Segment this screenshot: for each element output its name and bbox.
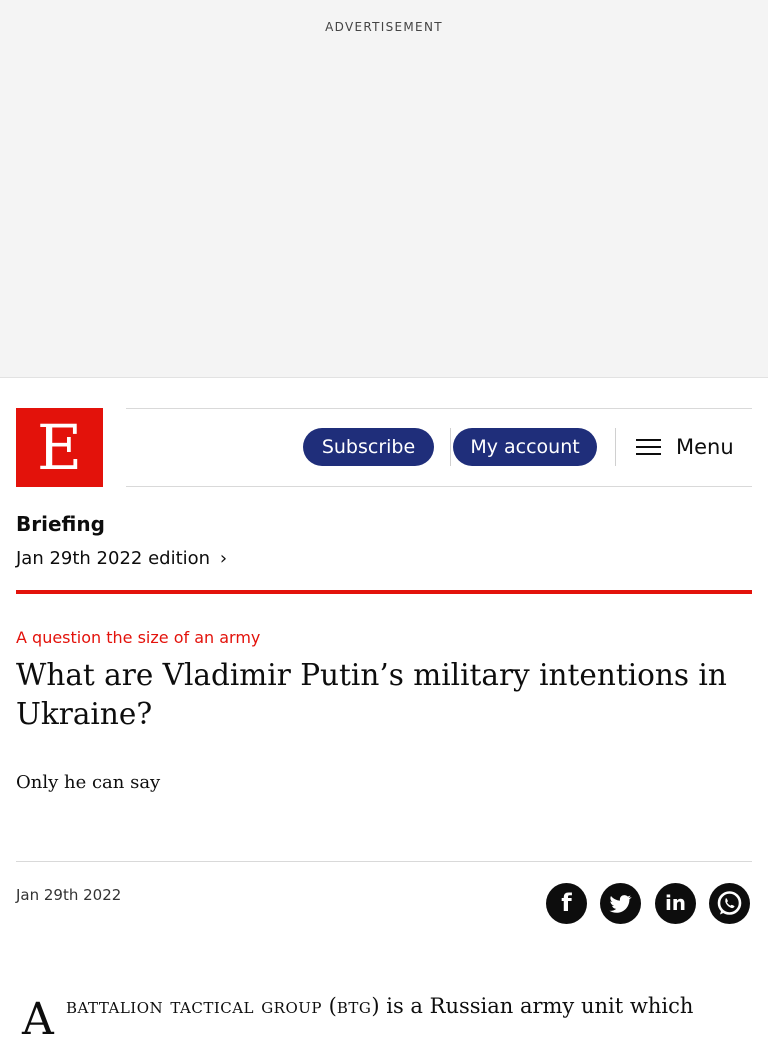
chevron-right-icon: › bbox=[219, 548, 228, 569]
economist-logo[interactable]: E bbox=[16, 408, 103, 487]
article-headline: What are Vladimir Putin’s military inten… bbox=[16, 658, 727, 731]
subscribe-button[interactable]: Subscribe bbox=[303, 428, 434, 466]
nav-bottom-border bbox=[126, 486, 752, 487]
article-body-first-line: BATTALION TACTICAL GROUP (BTG) is a Russ… bbox=[66, 994, 694, 1018]
edition-link[interactable]: Jan 29th 2022 edition › bbox=[16, 548, 227, 569]
twitter-icon[interactable] bbox=[600, 883, 641, 924]
article-rubric: A question the size of an army bbox=[16, 628, 261, 647]
hamburger-icon bbox=[636, 438, 661, 456]
whatsapp-icon[interactable] bbox=[709, 883, 750, 924]
article-standfirst: Only he can say bbox=[16, 772, 161, 793]
section-red-rule bbox=[16, 590, 752, 594]
facebook-icon[interactable]: f bbox=[546, 883, 587, 924]
body-smallcaps-lead: BATTALION TACTICAL GROUP bbox=[66, 994, 322, 1018]
body-abbreviation: BTG bbox=[336, 994, 372, 1018]
body-dropcap: A bbox=[22, 994, 54, 1045]
body-text-rest: is a Russian army unit which bbox=[386, 994, 694, 1018]
linkedin-icon[interactable]: in bbox=[655, 883, 696, 924]
advertisement-label: ADVERTISEMENT bbox=[325, 20, 443, 34]
nav-divider bbox=[615, 428, 616, 466]
nav-top-border bbox=[126, 408, 752, 409]
advertisement-slot: ADVERTISEMENT bbox=[0, 0, 768, 378]
article-divider bbox=[16, 861, 752, 862]
menu-label: Menu bbox=[676, 435, 734, 459]
nav-divider bbox=[450, 428, 451, 466]
menu-button[interactable]: Menu bbox=[636, 428, 734, 466]
section-title[interactable]: Briefing bbox=[16, 512, 105, 536]
edition-label: Jan 29th 2022 edition bbox=[16, 548, 211, 569]
my-account-button[interactable]: My account bbox=[453, 428, 597, 466]
article-date: Jan 29th 2022 bbox=[16, 886, 122, 904]
